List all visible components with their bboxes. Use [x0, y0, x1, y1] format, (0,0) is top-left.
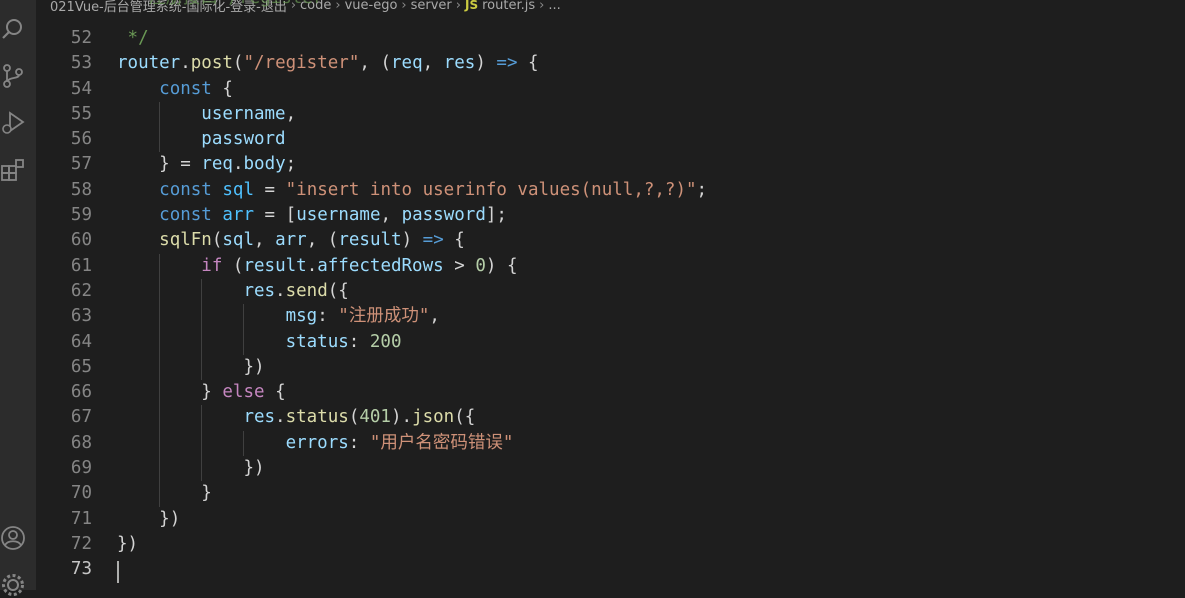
code-area[interactable]: 52 */53 router.post("/register", (req, re…: [36, 26, 1185, 583]
code-line[interactable]: 68 errors: "用户名密码错误": [36, 430, 1185, 457]
code-line[interactable]: 63 msg: "注册成功",: [36, 304, 1185, 330]
code-line[interactable]: 71 }): [36, 507, 1185, 532]
code-text: } = req.body;: [159, 154, 297, 175]
line-number: 62: [70, 280, 92, 301]
line-number: 61: [70, 255, 92, 276]
code-text: errors: "用户名密码错误": [285, 432, 514, 453]
line-number: 68: [70, 432, 92, 453]
code-line[interactable]: 52 */: [36, 26, 1185, 51]
account-icon[interactable]: [0, 525, 26, 551]
line-number: 54: [70, 78, 92, 99]
code-line[interactable]: 65 }): [36, 354, 1185, 381]
line-number: 59: [70, 205, 92, 226]
code-text: res.send({: [243, 280, 349, 301]
line-number: 60: [70, 230, 92, 251]
code-text: router.post("/register", (req, res) => {: [117, 53, 539, 74]
code-text: password: [201, 129, 286, 150]
code-text: }): [117, 533, 139, 554]
search-icon[interactable]: [0, 16, 26, 42]
source-control-icon[interactable]: [0, 63, 26, 89]
code-text: username,: [201, 103, 297, 124]
line-number: 66: [70, 382, 92, 403]
text-cursor: [117, 561, 119, 583]
code-text: msg: "注册成功",: [285, 306, 440, 327]
line-number: 57: [70, 154, 92, 175]
code-line[interactable]: 70 }: [36, 481, 1185, 507]
code-text: } else {: [201, 382, 286, 403]
line-number: 53: [70, 53, 92, 74]
code-text: }): [243, 458, 265, 479]
partial-line: 注册接口 /register: [36, 0, 1185, 14]
partial-comment: 注册接口 /register: [148, 0, 323, 11]
code-line[interactable]: 72}): [36, 532, 1185, 557]
code-line[interactable]: 73: [36, 557, 1185, 582]
code-text: }): [159, 508, 181, 529]
line-number: 58: [70, 179, 92, 200]
code-line[interactable]: 60 sqlFn(sql, arr, (result) => {: [36, 228, 1185, 253]
settings-gear-icon[interactable]: [0, 572, 26, 598]
line-number: 70: [70, 483, 92, 504]
code-line[interactable]: 66 } else {: [36, 380, 1185, 406]
code-line[interactable]: 55 username,: [36, 101, 1185, 128]
code-line[interactable]: 64 status: 200: [36, 329, 1185, 355]
line-number: 52: [70, 28, 92, 48]
code-text: res.status(401).json({: [243, 407, 476, 428]
code-text: */: [127, 28, 149, 48]
code-line[interactable]: 62 res.send({: [36, 278, 1185, 305]
code-text: status: 200: [285, 331, 402, 352]
extensions-icon[interactable]: [0, 157, 26, 183]
code-line[interactable]: 56 password: [36, 127, 1185, 153]
code-text: const arr = [username, password];: [159, 205, 507, 226]
code-editor[interactable]: 021Vue-后台管理系统-国际化-登录-退出 › code › vue-ego…: [36, 0, 1185, 590]
line-number: 72: [70, 533, 92, 554]
line-number: 63: [70, 306, 92, 327]
activity-bar: [0, 0, 36, 596]
code-line[interactable]: 57 } = req.body;: [36, 152, 1185, 177]
line-number: 65: [70, 356, 92, 377]
code-text: const sql = "insert into userinfo values…: [159, 179, 708, 200]
code-text: const {: [159, 78, 233, 99]
line-number: 73: [70, 559, 92, 580]
line-number: 64: [70, 331, 92, 352]
line-number: 56: [70, 129, 92, 150]
run-debug-icon[interactable]: [0, 110, 26, 136]
line-number: 71: [70, 508, 92, 529]
code-line[interactable]: 53 router.post("/register", (req, res) =>…: [36, 51, 1185, 76]
code-line[interactable]: 69 }): [36, 456, 1185, 482]
code-text: }): [243, 356, 265, 377]
line-number: 67: [70, 407, 92, 428]
code-text: }: [201, 483, 212, 504]
code-text: if (result.affectedRows > 0) {: [201, 255, 518, 276]
code-line[interactable]: 61 if (result.affectedRows > 0) {: [36, 253, 1185, 279]
code-text: sqlFn(sql, arr, (result) => {: [159, 230, 465, 251]
line-number: 69: [70, 458, 92, 479]
code-line[interactable]: 58 const sql = "insert into userinfo val…: [36, 178, 1185, 203]
code-line[interactable]: 54 const {: [36, 77, 1185, 102]
code-line[interactable]: 67 res.status(401).json({: [36, 405, 1185, 431]
code-line[interactable]: 59 const arr = [username, password];: [36, 203, 1185, 228]
line-number: 55: [70, 103, 92, 124]
